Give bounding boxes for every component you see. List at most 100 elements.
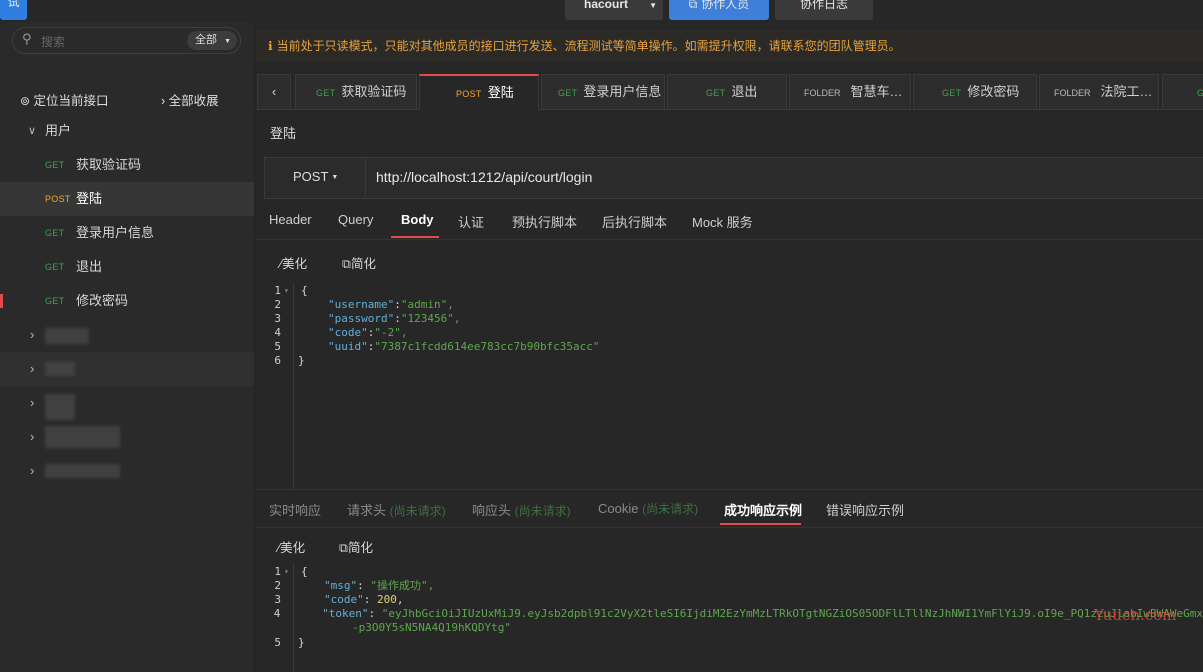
tab-folder-type: FOLDER — [804, 88, 841, 98]
tab-query[interactable]: Query — [338, 212, 373, 227]
chevron-down-icon: ∨ — [28, 125, 37, 137]
sidebar-folder-5[interactable]: › — [0, 454, 254, 488]
method-select[interactable]: POST ▼ — [265, 158, 366, 197]
line-number: 6 — [274, 354, 281, 367]
fold-icon[interactable]: ▾ — [281, 565, 301, 579]
method-badge: GET — [45, 160, 65, 170]
sidebar-item-get-captcha[interactable]: GET 获取验证码 — [0, 148, 254, 182]
tab-logout[interactable]: GET 退出 — [667, 74, 787, 109]
sidebar-folder-4[interactable]: › — [0, 420, 254, 454]
watermark: Yuucn.com — [1094, 606, 1177, 624]
collab-log-button[interactable]: 协作日志 — [775, 0, 873, 20]
tab-login-active[interactable]: POST 登陆 — [419, 74, 539, 111]
tab-folder-2[interactable]: FOLDER 法院工… — [1039, 74, 1159, 109]
tab-label: 请求头 — [347, 503, 387, 518]
group-user[interactable]: ∨ 用户 — [0, 114, 254, 148]
beautify-button[interactable]: ⁄美化 — [280, 253, 307, 272]
tab-note: (尚未请求) — [642, 502, 699, 516]
tab-auth[interactable]: 认证 — [458, 212, 484, 231]
sidebar-item-label: 登陆 — [76, 191, 103, 206]
sidebar-item-logout[interactable]: GET 退出 — [0, 250, 254, 284]
sidebar-item-label: 修改密码 — [76, 293, 129, 308]
json-value: "admin", — [400, 298, 454, 311]
tab-pre-script[interactable]: 预执行脚本 — [512, 212, 577, 231]
caret-down-icon: ▼ — [331, 174, 339, 181]
json-sep: : — [363, 593, 377, 606]
sidebar-item-login[interactable]: POST 登陆 — [0, 182, 254, 216]
sidebar-folder-1[interactable]: › — [0, 318, 254, 352]
tab-mock-service[interactable]: Mock 服务 — [692, 212, 753, 231]
tab-user-info[interactable]: GET 登录用户信息 — [541, 74, 665, 109]
left-mode-label: 试 — [7, 0, 20, 9]
response-simplify-button[interactable]: ⧉简化 — [339, 537, 373, 556]
sitemap-icon: ⧉ — [688, 0, 698, 11]
tab-method: GET — [316, 88, 336, 98]
json-key: "code" — [328, 326, 368, 339]
line-number: 4 — [273, 607, 281, 620]
simplify-label: 简化 — [350, 257, 376, 271]
tab-partial[interactable]: G — [1162, 74, 1203, 109]
sidebar-folder-3[interactable]: › — [0, 386, 254, 420]
collapse-all-button[interactable]: › 全部收展 — [161, 90, 219, 109]
tab-post-script[interactable]: 后执行脚本 — [602, 212, 667, 231]
chevron-right-icon: › — [30, 463, 35, 478]
project-selector[interactable]: hacourt ▼ — [565, 0, 663, 20]
active-tab-underline — [391, 236, 439, 238]
tab-request-headers[interactable]: 请求头 (尚未请求) — [347, 500, 446, 519]
fold-icon[interactable]: ▾ — [281, 284, 301, 298]
tab-change-password[interactable]: GET 修改密码 — [913, 74, 1037, 109]
chevron-left-icon: ‹ — [271, 84, 277, 99]
left-mode-button[interactable]: 试 — [0, 0, 27, 20]
sitemap-icon: ⧉ — [342, 257, 351, 271]
search-input[interactable]: 搜索 — [41, 33, 65, 50]
line-number: 2 — [274, 298, 281, 311]
collab-members-button[interactable]: ⧉ 协作人员 — [669, 0, 769, 20]
project-name: hacourt — [583, 0, 628, 11]
beautify-label: 美化 — [282, 257, 308, 271]
tab-label: 响应头 — [472, 503, 512, 518]
tab-note: (尚未请求) — [389, 504, 446, 518]
tab-scroll-left-button[interactable]: ‹ — [257, 74, 291, 110]
info-icon: ℹ — [268, 39, 273, 53]
chevron-down-icon: ▼ — [649, 1, 657, 10]
filter-select[interactable]: 全部 ▼ — [187, 31, 237, 50]
line-number: 3 — [274, 312, 281, 325]
chevron-right-icon: › — [30, 395, 35, 410]
sidebar-folder-2[interactable]: › — [0, 352, 254, 386]
tab-header[interactable]: Header — [269, 212, 312, 227]
chevron-right-icon: › — [30, 327, 35, 342]
tab-success-example[interactable]: 成功响应示例 — [724, 500, 802, 519]
group-label: 用户 — [45, 123, 72, 138]
response-beautify-button[interactable]: ⁄美化 — [278, 537, 305, 556]
json-sep: : — [357, 579, 371, 592]
tab-body[interactable]: Body — [401, 212, 434, 227]
method-badge: GET — [45, 262, 65, 272]
json-key: "msg" — [324, 579, 358, 592]
tab-label: 实时响应 — [269, 503, 322, 518]
sidebar-item-change-password[interactable]: GET 修改密码 — [0, 284, 254, 318]
collapse-all-label: 全部收展 — [168, 94, 219, 108]
chevron-right-icon: › — [30, 361, 35, 376]
locate-current-button[interactable]: ⊚ 定位当前接口 — [20, 90, 109, 109]
url-input[interactable]: http://localhost:1212/api/court/login — [376, 169, 592, 185]
redacted-label — [45, 362, 75, 376]
tab-response-headers[interactable]: 响应头 (尚未请求) — [472, 500, 571, 519]
json-value: "eyJhbGciOiJIUzUxMiJ9.eyJsb2dpbl91c2VyX2… — [381, 607, 1203, 620]
sidebar-item-user-info[interactable]: GET 登录用户信息 — [0, 216, 254, 250]
response-code: 1 ▾{ 2 "msg": "操作成功", 3 "code": 200, 4 "toke… — [255, 565, 1203, 650]
tab-live-response[interactable]: 实时响应 — [269, 500, 321, 519]
json-value: "123456", — [400, 312, 461, 325]
tab-cookie[interactable]: Cookie (尚未请求) — [598, 500, 698, 517]
redacted-label — [45, 426, 120, 448]
tab-error-example[interactable]: 错误响应示例 — [826, 500, 904, 519]
active-tab-underline — [720, 523, 801, 525]
sidebar-item-label: 获取验证码 — [76, 157, 142, 172]
simplify-button[interactable]: ⧉简化 — [342, 253, 376, 272]
tab-folder-1[interactable]: FOLDER 智慧车… — [789, 74, 911, 109]
search-box[interactable]: ⚲ 搜索 全部 ▼ — [12, 27, 241, 54]
tab-label: 获取验证码 — [341, 84, 407, 99]
tab-label: 登录用户信息 — [583, 84, 662, 99]
tab-get-captcha[interactable]: GET 获取验证码 — [295, 74, 417, 109]
collab-log-label: 协作日志 — [799, 0, 848, 11]
simplify-label: 简化 — [347, 541, 373, 555]
